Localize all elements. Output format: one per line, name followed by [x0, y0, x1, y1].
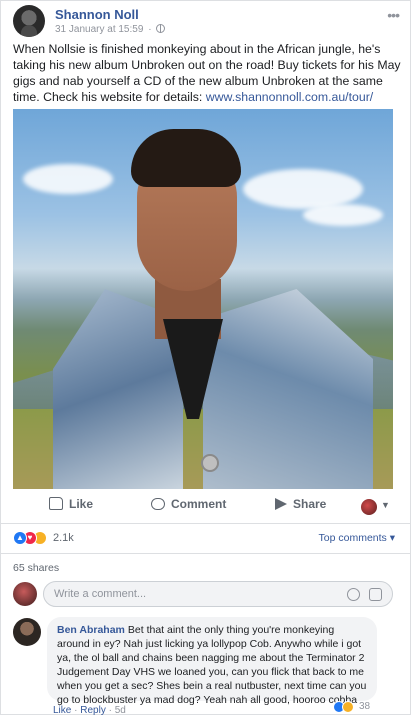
comment-box[interactable]	[43, 581, 393, 607]
photo-person	[53, 129, 373, 489]
like-button[interactable]: Like	[49, 497, 93, 511]
like-label: Like	[69, 497, 94, 511]
post-header: Shannon Noll 31 January at 15:59 · •••	[13, 5, 403, 37]
reaction-count[interactable]: 2.1k	[53, 532, 74, 544]
haha-reaction-icon	[342, 701, 354, 713]
share-label: Share	[293, 497, 327, 511]
comment-reply-link[interactable]: Reply	[80, 705, 106, 715]
share-button[interactable]: Share	[275, 497, 326, 511]
comment-age[interactable]: 5d	[115, 705, 126, 715]
meta-separator: ·	[148, 24, 152, 35]
pendant-necklace	[201, 454, 219, 472]
comment-actions: Like · Reply · 5d	[53, 705, 126, 715]
person-hair	[131, 129, 241, 187]
website-link[interactable]: www.shannonnoll.com.au/tour/	[206, 90, 373, 104]
post-timestamp[interactable]: 31 January at 15:59	[55, 24, 143, 35]
current-user-avatar	[13, 582, 37, 606]
globe-icon	[156, 24, 166, 33]
divider	[1, 523, 411, 524]
thumbs-up-icon	[49, 497, 63, 510]
post-as-avatar[interactable]	[361, 499, 377, 515]
like-reaction-icon[interactable]: ▲	[13, 531, 27, 545]
commenter-name[interactable]: Ben Abraham	[57, 624, 125, 636]
share-arrow-icon	[275, 498, 287, 510]
author-name[interactable]: Shannon Noll	[55, 7, 139, 22]
comment-reaction-count: 38	[359, 701, 371, 712]
post-text: When Nollsie is finished monkeying about…	[13, 41, 401, 105]
emoji-icon[interactable]	[347, 588, 360, 601]
comment-bubble: Ben Abraham Bet that aint the only thing …	[47, 617, 377, 706]
comment-text: Bet that aint the only thing you're monk…	[57, 624, 367, 706]
post-photo[interactable]	[13, 109, 393, 489]
more-horizontal-icon[interactable]: •••	[387, 7, 400, 23]
action-bar: Like Comment Share ▼	[13, 493, 401, 519]
post-meta: 31 January at 15:59 ·	[55, 24, 166, 35]
denim-jacket-right	[203, 289, 373, 489]
post-card: Shannon Noll 31 January at 15:59 · ••• W…	[0, 0, 411, 715]
top-comments-dropdown[interactable]: Top comments ▾	[319, 532, 395, 544]
comment-like-link[interactable]: Like	[53, 705, 71, 715]
divider	[1, 553, 411, 554]
chevron-down-icon[interactable]: ▼	[381, 500, 390, 510]
author-avatar[interactable]	[13, 5, 45, 37]
sticker-icon[interactable]	[369, 588, 382, 601]
comment-icon	[151, 498, 165, 510]
comment-input[interactable]	[54, 586, 324, 602]
comment-button[interactable]: Comment	[151, 497, 226, 511]
commenter-avatar[interactable]	[13, 618, 41, 646]
comment-label: Comment	[171, 497, 227, 511]
share-count[interactable]: 65 shares	[13, 562, 59, 574]
reactions-summary: ♥ ▲ 2.1k Top comments ▾	[13, 531, 401, 547]
